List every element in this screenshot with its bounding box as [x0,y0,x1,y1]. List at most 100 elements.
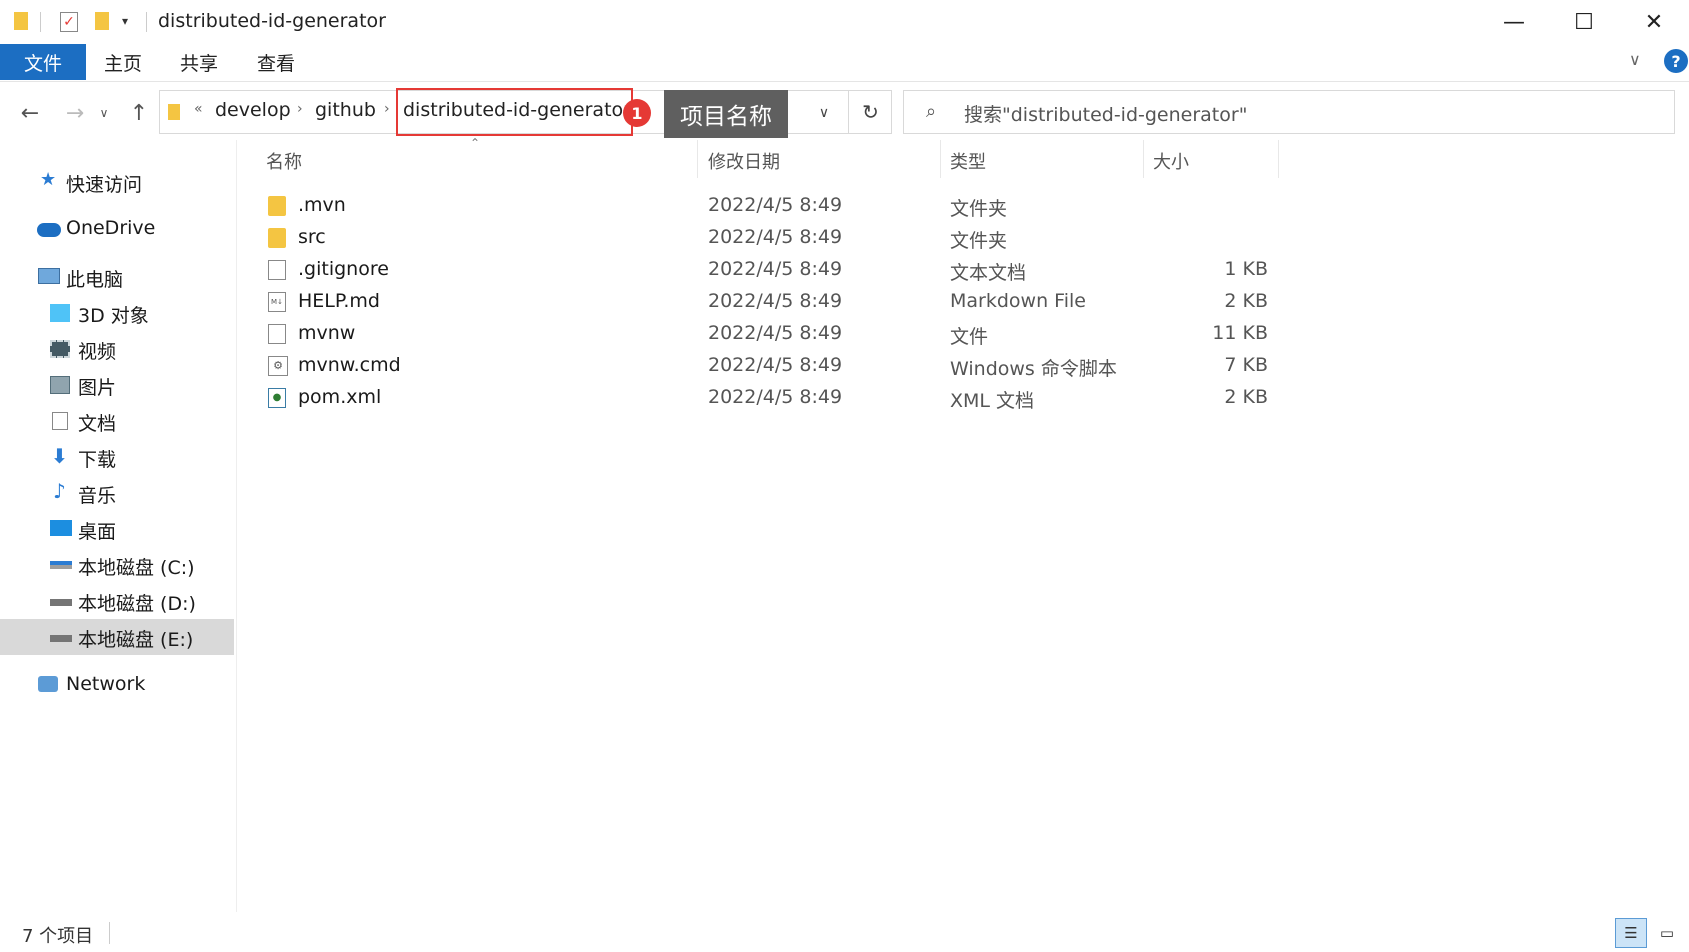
column-header-size[interactable]: 大小 [1153,148,1189,174]
folder-icon [268,228,286,248]
sidebar-item-network[interactable]: Network [0,667,234,703]
divider [40,12,41,32]
status-item-count: 7 个项目 [22,926,94,947]
file-name: mvnw.cmd [298,354,401,376]
tab-home[interactable]: 主页 [90,44,156,80]
cloud-icon [37,223,61,237]
tab-file[interactable]: 文件 [0,44,86,80]
forward-arrow-icon[interactable]: → [58,96,92,130]
desktop-icon [50,520,72,536]
chevron-right-icon[interactable]: › [384,101,390,117]
table-row[interactable]: M↓ HELP.md 2022/4/5 8:49 Markdown File 2… [258,286,1278,318]
up-arrow-icon[interactable]: ↑ [122,96,156,130]
help-icon[interactable]: ? [1664,49,1688,73]
sort-ascending-icon: ⌃ [470,136,481,150]
table-row[interactable]: mvnw 2022/4/5 8:49 文件 11 KB [258,318,1278,350]
download-icon: ⬇ [51,444,68,468]
sidebar-item-label: 下载 [78,449,117,471]
cube-icon [50,304,70,322]
sidebar-item-label: 音乐 [78,485,117,507]
title-bar: ✓ ▾ distributed-id-generator — ☐ ✕ [0,0,1689,44]
column-divider[interactable] [940,140,941,178]
minimize-button[interactable]: — [1479,0,1549,44]
chevron-right-icon[interactable]: › [297,101,303,117]
breadcrumb-overflow[interactable]: « [194,101,203,117]
sidebar-item-onedrive[interactable]: OneDrive [0,211,234,247]
script-file-icon: ⚙ [268,356,288,376]
file-name: .gitignore [298,258,389,280]
divider [109,922,110,944]
customize-quick-access-icon[interactable]: ▾ [122,14,128,28]
sidebar-item-label: 此电脑 [66,269,124,291]
sidebar-item-drive-e[interactable]: 本地磁盘 (E:) [0,619,234,655]
sidebar-item-3d-objects[interactable]: 3D 对象 [0,295,234,331]
text-file-icon [268,260,286,280]
sidebar-item-videos[interactable]: 视频 [0,331,234,367]
file-modified: 2022/4/5 8:49 [708,290,843,312]
column-divider[interactable] [1278,140,1279,178]
file-size: 2 KB [1224,386,1268,408]
sidebar-item-documents[interactable]: 文档 [0,403,234,439]
file-size: 1 KB [1224,258,1268,280]
chevron-down-icon[interactable]: ∨ [1629,50,1641,69]
sidebar-item-quick-access[interactable]: ★ 快速访问 [0,164,234,200]
tab-view[interactable]: 查看 [243,44,309,80]
sidebar-item-drive-d[interactable]: 本地磁盘 (D:) [0,583,234,619]
divider [146,12,147,32]
properties-icon[interactable]: ✓ [60,12,78,32]
breadcrumb-develop[interactable]: develop [215,99,291,121]
sidebar-item-drive-c[interactable]: 本地磁盘 (C:) [0,547,234,583]
column-divider[interactable] [1143,140,1144,178]
sidebar-item-downloads[interactable]: ⬇ 下载 [0,439,234,475]
sidebar-item-label: 本地磁盘 (E:) [78,629,194,651]
file-modified: 2022/4/5 8:49 [708,322,843,344]
column-header-type[interactable]: 类型 [950,148,986,174]
ribbon-tabs: 文件 主页 共享 查看 ∨ ? [0,44,1689,82]
table-row[interactable]: ● pom.xml 2022/4/5 8:49 XML 文档 2 KB [258,382,1278,414]
folder-icon [168,104,180,120]
annotation-badge: 1 [623,99,651,127]
star-icon: ★ [40,169,57,190]
close-button[interactable]: ✕ [1619,0,1689,44]
sidebar-item-music[interactable]: ♪ 音乐 [0,475,234,511]
folder-icon [268,196,286,216]
recent-locations-chevron-icon[interactable]: ∨ [94,96,114,130]
column-header-modified[interactable]: 修改日期 [708,148,780,174]
refresh-icon[interactable]: ↻ [848,90,892,134]
window-title: distributed-id-generator [158,10,386,32]
file-size: 2 KB [1224,290,1268,312]
maximize-button[interactable]: ☐ [1549,0,1619,44]
address-dropdown-chevron-icon[interactable]: ∨ [808,96,840,130]
file-name: .mvn [298,194,346,216]
large-icons-view-icon[interactable]: ▭ [1652,918,1682,948]
column-divider[interactable] [697,140,698,178]
file-modified: 2022/4/5 8:49 [708,258,843,280]
back-arrow-icon[interactable]: ← [13,96,47,130]
sidebar-item-pictures[interactable]: 图片 [0,367,234,403]
file-type: 文件 [950,326,989,348]
file-name: mvnw [298,322,356,344]
search-input[interactable]: ⌕ 搜索"distributed-id-generator" [903,90,1675,134]
tab-share[interactable]: 共享 [166,44,232,80]
table-row[interactable]: src 2022/4/5 8:49 文件夹 [258,222,1278,254]
breadcrumb-github[interactable]: github [315,99,376,121]
new-folder-icon[interactable] [95,12,109,30]
table-row[interactable]: ⚙ mvnw.cmd 2022/4/5 8:49 Windows 命令脚本 7 … [258,350,1278,382]
sidebar-item-this-pc[interactable]: 此电脑 [0,259,234,295]
sidebar-item-label: 本地磁盘 (D:) [78,593,196,615]
sidebar-item-label: 视频 [78,341,117,363]
drive-icon [50,599,72,606]
file-size: 11 KB [1212,322,1268,344]
file-modified: 2022/4/5 8:49 [708,194,843,216]
details-view-icon[interactable]: ☰ [1615,918,1647,948]
sidebar-item-label: 本地磁盘 (C:) [78,557,195,579]
sidebar-item-desktop[interactable]: 桌面 [0,511,234,547]
column-header-name[interactable]: 名称 [266,148,302,174]
file-name: pom.xml [298,386,382,408]
folder-icon [14,12,28,30]
table-row[interactable]: .mvn 2022/4/5 8:49 文件夹 [258,190,1278,222]
file-type: Markdown File [950,290,1086,312]
table-row[interactable]: .gitignore 2022/4/5 8:49 文本文档 1 KB [258,254,1278,286]
music-icon: ♪ [53,479,66,503]
picture-icon [50,376,70,394]
